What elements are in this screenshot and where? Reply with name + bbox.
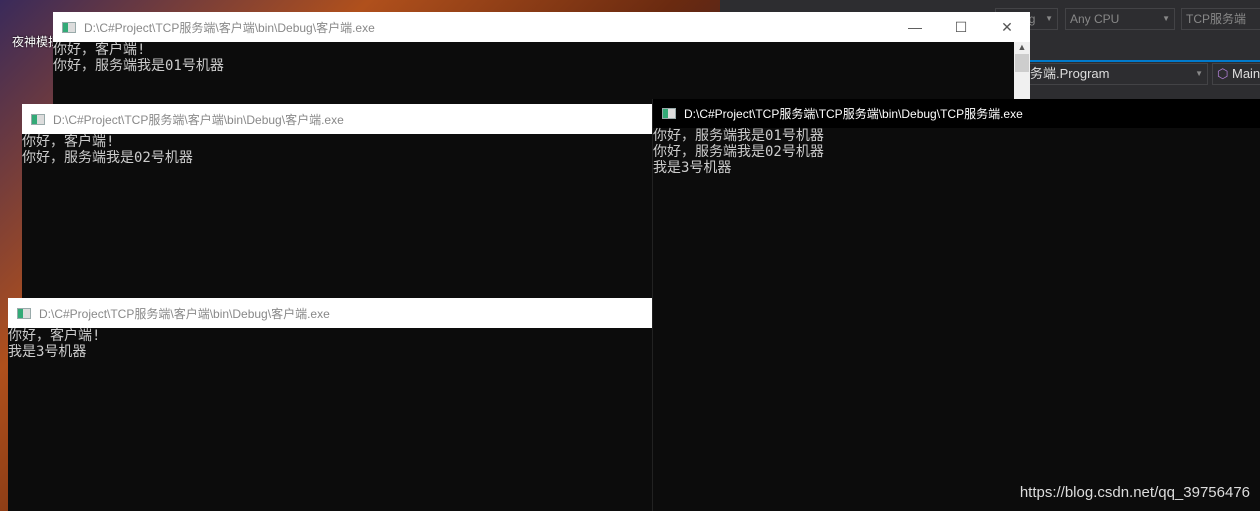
console-line: 你好，服务端我是02号机器 xyxy=(22,150,193,166)
title-bar[interactable]: D:\C#Project\TCP服务端\客户端\bin\Debug\客户端.ex… xyxy=(53,12,1030,42)
console-line: 你好，客户端! xyxy=(22,134,115,150)
startup-project-dropdown[interactable]: TCP服务端 xyxy=(1181,8,1260,30)
console-line: 你好，客户端! xyxy=(53,42,146,58)
watermark: https://blog.csdn.net/qq_39756476 xyxy=(1019,484,1250,501)
console-line: 我是3号机器 xyxy=(653,160,732,176)
console-line: 你好，服务端我是01号机器 xyxy=(53,58,224,74)
console-line: 我是3号机器 xyxy=(8,344,87,360)
window-title: D:\C#Project\TCP服务端\客户端\bin\Debug\客户端.ex… xyxy=(84,20,375,35)
maximize-button[interactable]: ☐ xyxy=(938,12,984,42)
scroll-up-icon[interactable]: ▲ xyxy=(1014,42,1030,52)
window-title: D:\C#Project\TCP服务端\客户端\bin\Debug\客户端.ex… xyxy=(39,306,330,321)
title-bar[interactable]: D:\C#Project\TCP服务端\TCP服务端\bin\Debug\TCP… xyxy=(653,99,1260,128)
console-output: 你好，客户端! 你好，服务端我是02号机器 xyxy=(22,134,652,304)
console-line: 你好，服务端我是02号机器 xyxy=(653,144,824,160)
client-console-window-3[interactable]: D:\C#Project\TCP服务端\客户端\bin\Debug\客户端.ex… xyxy=(8,298,652,511)
console-line: 你好，客户端! xyxy=(8,328,101,344)
close-button[interactable]: ✕ xyxy=(984,12,1030,42)
console-app-icon xyxy=(31,113,45,125)
title-bar[interactable]: D:\C#Project\TCP服务端\客户端\bin\Debug\客户端.ex… xyxy=(8,298,652,328)
console-app-icon xyxy=(662,108,676,119)
title-bar[interactable]: D:\C#Project\TCP服务端\客户端\bin\Debug\客户端.ex… xyxy=(22,104,652,134)
member-dropdown[interactable]: ⬡ Main xyxy=(1212,63,1260,85)
minimize-button[interactable]: — xyxy=(892,12,938,42)
client-console-window-2[interactable]: D:\C#Project\TCP服务端\客户端\bin\Debug\客户端.ex… xyxy=(22,104,652,304)
console-line: 你好，服务端我是01号机器 xyxy=(653,128,824,144)
client-console-window-1[interactable]: D:\C#Project\TCP服务端\客户端\bin\Debug\客户端.ex… xyxy=(53,12,1030,112)
server-console-window[interactable]: D:\C#Project\TCP服务端\TCP服务端\bin\Debug\TCP… xyxy=(652,99,1260,511)
method-icon: ⬡ xyxy=(1217,66,1229,81)
editor-tab-line xyxy=(1030,60,1260,62)
console-output: 你好，服务端我是01号机器 你好，服务端我是02号机器 我是3号机器 xyxy=(653,128,1260,511)
window-title: D:\C#Project\TCP服务端\客户端\bin\Debug\客户端.ex… xyxy=(53,112,344,127)
platform-dropdown[interactable]: Any CPU ▼ xyxy=(1065,8,1175,30)
console-app-icon xyxy=(17,307,31,319)
window-title: D:\C#Project\TCP服务端\TCP服务端\bin\Debug\TCP… xyxy=(684,107,1023,121)
console-app-icon xyxy=(62,21,76,33)
console-output: 你好，客户端! 我是3号机器 xyxy=(8,328,652,511)
